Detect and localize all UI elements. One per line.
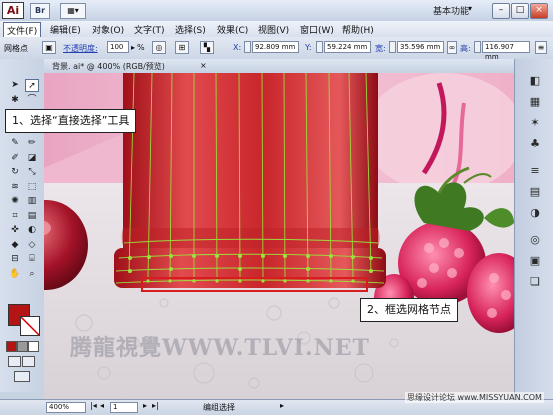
menu-view[interactable]: 视图(V): [258, 23, 289, 36]
selection-tool[interactable]: ➤: [8, 79, 22, 92]
isolate-icon[interactable]: ◎: [152, 41, 166, 54]
document-tab-label: 背景. ai* @ 400% (RGB/预览): [52, 62, 165, 71]
lasso-tool[interactable]: ⌒: [25, 94, 39, 107]
menu-bar: 文件(F) 编辑(E) 对象(O) 文字(T) 选择(S) 效果(C) 视图(V…: [0, 21, 553, 39]
y-input[interactable]: 59.224 mm: [324, 41, 371, 53]
swatches-panel-icon[interactable]: ▦: [527, 94, 543, 109]
menu-help[interactable]: 帮助(H): [342, 23, 374, 36]
chevron-down-icon[interactable]: ▾: [468, 4, 472, 13]
gradient-panel-icon[interactable]: ▤: [527, 184, 543, 199]
site-credit: 思缘设计论坛 www.MISSYUAN.COM: [405, 392, 544, 403]
transform-reference-icon[interactable]: ▚: [200, 41, 214, 54]
x-input[interactable]: 92.809 mm: [252, 41, 299, 53]
gradient-mode-icon[interactable]: [17, 341, 28, 352]
current-tool-label: 编组选择: [203, 403, 235, 412]
color-panel-icon[interactable]: ◧: [527, 73, 543, 88]
menu-edit[interactable]: 编辑(E): [50, 23, 81, 36]
x-stepper[interactable]: [244, 41, 251, 53]
workspace-switcher[interactable]: 基本功能: [433, 4, 469, 17]
gradient-tool[interactable]: ▤: [25, 210, 39, 223]
close-button[interactable]: ×: [530, 3, 548, 19]
app-logo: Ai: [2, 2, 24, 19]
pencil-tool[interactable]: ✏: [25, 137, 39, 150]
opacity-dropdown-icon[interactable]: ▸: [131, 43, 135, 52]
minimize-button[interactable]: –: [492, 3, 510, 19]
callout-step-2: 2、框选网格节点: [360, 298, 458, 322]
direct-selection-tool[interactable]: ➚: [25, 79, 39, 92]
menu-select[interactable]: 选择(S): [175, 23, 206, 36]
draw-normal-icon[interactable]: [8, 356, 21, 367]
free-transform-tool[interactable]: ⬚: [25, 181, 39, 194]
menu-object[interactable]: 对象(O): [92, 23, 124, 36]
transparency-panel-icon[interactable]: ◑: [527, 205, 543, 220]
appearance-panel-icon[interactable]: ◎: [527, 232, 543, 247]
link-icon[interactable]: ∞: [447, 41, 457, 54]
menu-effect[interactable]: 效果(C): [217, 23, 248, 36]
blend-tool[interactable]: ◐: [25, 224, 39, 237]
mode-label: 网格点: [4, 44, 28, 53]
watermark: 腾龍視覺WWW.TLVI.NET: [70, 335, 370, 361]
prev-page-icon[interactable]: ◂: [100, 401, 104, 410]
graphic-styles-panel-icon[interactable]: ▣: [527, 253, 543, 268]
none-mode-icon[interactable]: [28, 341, 39, 352]
align-icon[interactable]: ⊞: [175, 41, 189, 54]
title-bar: Ai Br ▦▾ 基本功能 ▾ – □ ×: [0, 0, 553, 22]
menu-window[interactable]: 窗口(W): [300, 23, 334, 36]
close-icon[interactable]: ×: [200, 61, 207, 70]
stroke-panel-icon[interactable]: ≡: [527, 163, 543, 178]
first-page-icon[interactable]: |◂: [90, 401, 97, 410]
blob-brush-tool[interactable]: ✐: [8, 152, 22, 165]
artboard-tool[interactable]: ⊟: [8, 253, 22, 266]
brushes-panel-icon[interactable]: ✶: [527, 115, 543, 130]
eraser-tool[interactable]: ◪: [25, 152, 39, 165]
document-tab[interactable]: 背景. ai* @ 400% (RGB/预览) ×: [44, 59, 524, 74]
opacity-label[interactable]: 不透明度:: [63, 43, 98, 54]
rotate-tool[interactable]: ↻: [8, 166, 22, 179]
restore-button[interactable]: □: [511, 3, 529, 19]
height-label[interactable]: 高:: [460, 43, 471, 54]
screen-mode-icon[interactable]: [14, 371, 30, 382]
opacity-unit: %: [137, 43, 145, 52]
live-paint-tool[interactable]: ◆: [8, 239, 22, 252]
height-input[interactable]: 116.907 mm: [482, 41, 530, 61]
width-input[interactable]: 35.596 mm: [397, 41, 444, 53]
callout-step-1: 1、选择“直接选择”工具: [5, 109, 137, 133]
last-page-icon[interactable]: ▸|: [152, 401, 159, 410]
width-label[interactable]: 宽:: [375, 43, 386, 54]
bridge-button[interactable]: Br: [30, 3, 50, 19]
paintbrush-tool[interactable]: ✎: [8, 137, 22, 150]
page-field[interactable]: 1: [110, 402, 138, 413]
draw-behind-icon[interactable]: [22, 356, 35, 367]
magic-wand-tool[interactable]: ✱: [8, 94, 22, 107]
hand-tool[interactable]: ✋: [8, 268, 22, 281]
zoom-field[interactable]: 400%: [46, 402, 86, 413]
arrange-documents-button[interactable]: ▦▾: [60, 3, 86, 19]
warp-tool[interactable]: ≋: [8, 181, 22, 194]
status-menu-icon[interactable]: ▸: [280, 401, 284, 410]
fill-icon[interactable]: ▣: [42, 41, 56, 54]
mesh-tool[interactable]: ⌗: [8, 210, 22, 223]
y-stepper[interactable]: [316, 41, 323, 53]
panel-dock: ◧ ▦ ✶ ♣ ≡ ▤ ◑ ◎ ▣ ❏: [514, 59, 553, 400]
opacity-input[interactable]: 100: [107, 41, 129, 53]
slice-tool[interactable]: ⌸: [25, 253, 39, 266]
height-stepper[interactable]: [474, 41, 481, 53]
layers-panel-icon[interactable]: ❏: [527, 274, 543, 289]
symbols-panel-icon[interactable]: ♣: [527, 136, 543, 151]
x-label[interactable]: X:: [233, 43, 241, 52]
menu-type[interactable]: 文字(T): [134, 23, 165, 36]
panel-menu-icon[interactable]: ≡: [535, 41, 547, 54]
y-label[interactable]: Y:: [305, 43, 312, 52]
scale-tool[interactable]: ⤡: [25, 166, 39, 179]
stroke-swatch[interactable]: [20, 316, 40, 336]
live-paint-select-tool[interactable]: ◇: [25, 239, 39, 252]
symbol-sprayer-tool[interactable]: ✺: [8, 195, 22, 208]
width-stepper[interactable]: [389, 41, 396, 53]
eyedropper-tool[interactable]: ✜: [8, 224, 22, 237]
zoom-tool[interactable]: ⌕: [25, 268, 39, 281]
column-graph-tool[interactable]: ▥: [25, 195, 39, 208]
next-page-icon[interactable]: ▸: [143, 401, 147, 410]
color-mode-icon[interactable]: [6, 341, 17, 352]
control-bar: 网格点 ▣ 不透明度: 100 ▸ % ◎ ⊞ ▚ X: 92.809 mm Y…: [0, 37, 553, 61]
